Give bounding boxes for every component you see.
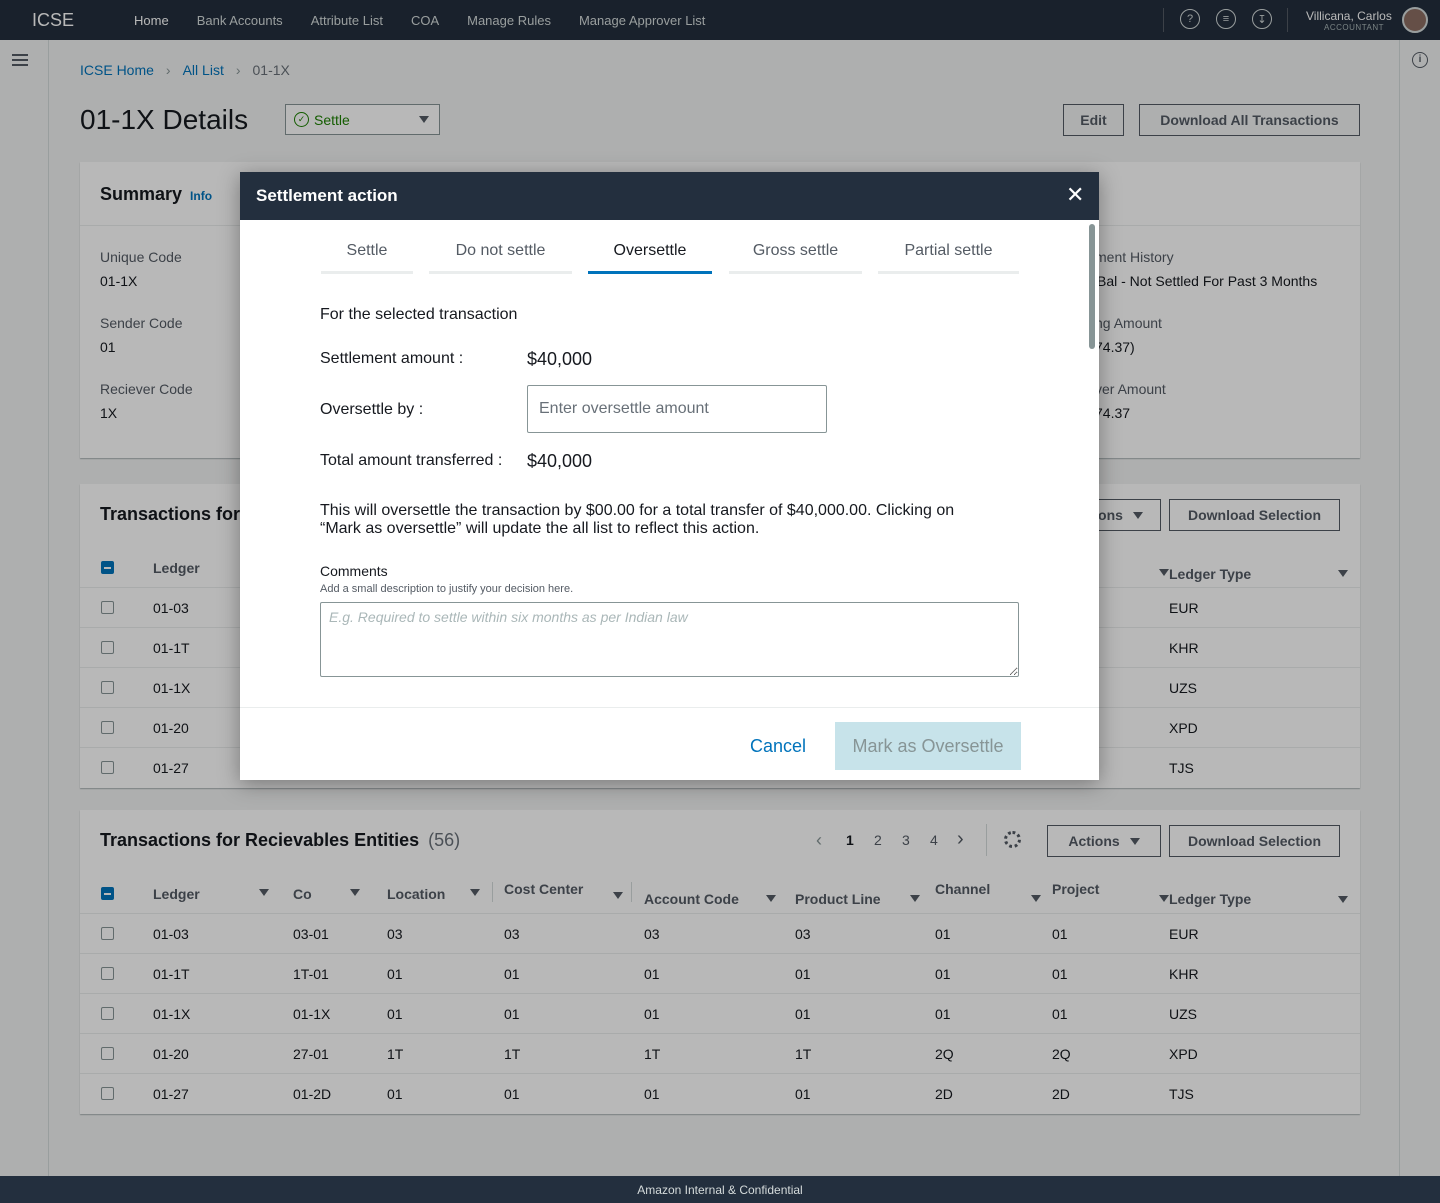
settlement-amount-label: Settlement amount : bbox=[320, 350, 464, 367]
tab-settle[interactable]: Settle bbox=[321, 236, 413, 274]
modal-scrollbar[interactable] bbox=[1089, 224, 1095, 349]
oversettle-message-line2: “Mark as oversettle” will update the all… bbox=[320, 520, 760, 537]
comments-label: Comments bbox=[320, 563, 388, 579]
oversettle-message: This will oversettle the transaction by … bbox=[320, 502, 1020, 538]
comments-textarea[interactable] bbox=[320, 602, 1019, 677]
oversettle-amount-input[interactable] bbox=[527, 385, 827, 433]
modal-footer: Cancel Mark as Oversettle bbox=[240, 707, 1099, 780]
cancel-button[interactable]: Cancel bbox=[750, 736, 806, 757]
section-title: For the selected transaction bbox=[320, 306, 518, 323]
modal-header: Settlement action ✕ bbox=[240, 172, 1099, 220]
oversettle-by-label: Oversettle by : bbox=[320, 401, 424, 418]
close-icon[interactable]: ✕ bbox=[1066, 184, 1084, 206]
total-transferred-value: $40,000 bbox=[527, 451, 593, 471]
settlement-action-modal: Settlement action ✕ Settle Do not settle… bbox=[240, 172, 1099, 780]
modal-title: Settlement action bbox=[256, 186, 398, 205]
comments-hint: Add a small description to justify your … bbox=[320, 583, 574, 595]
total-transferred-label: Total amount transferred : bbox=[320, 452, 503, 469]
tab-partial-settle[interactable]: Partial settle bbox=[878, 236, 1019, 274]
page-footer: Amazon Internal & Confidential bbox=[0, 1176, 1440, 1203]
tab-gross-settle[interactable]: Gross settle bbox=[729, 236, 862, 274]
tab-do-not-settle[interactable]: Do not settle bbox=[429, 236, 572, 274]
oversettle-message-line1: This will oversettle the transaction by … bbox=[320, 502, 955, 519]
mark-as-oversettle-button[interactable]: Mark as Oversettle bbox=[835, 722, 1021, 770]
tab-oversettle[interactable]: Oversettle bbox=[588, 236, 712, 274]
settlement-amount-value: $40,000 bbox=[527, 349, 593, 369]
